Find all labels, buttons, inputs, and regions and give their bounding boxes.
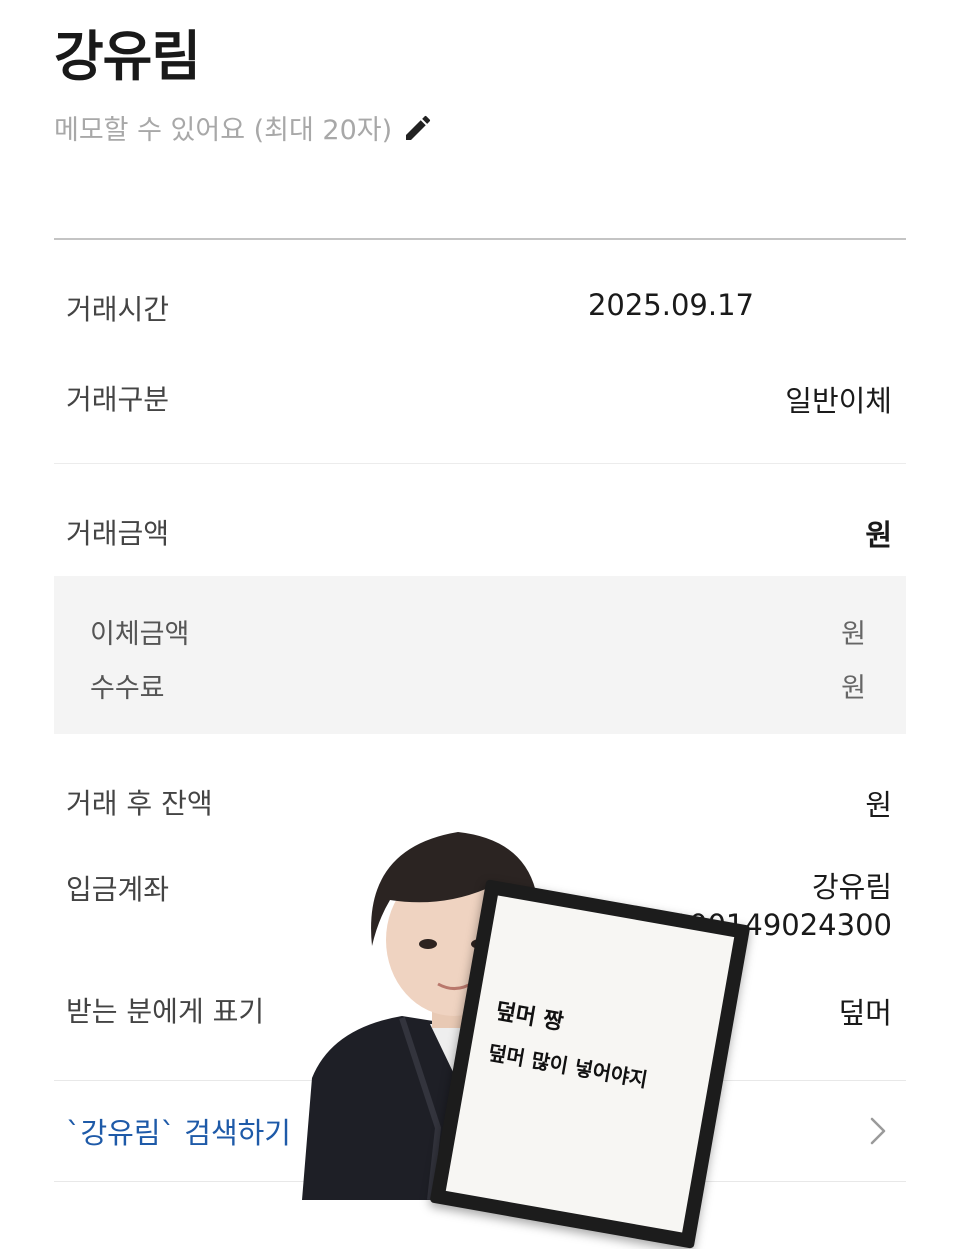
transaction-type-value: 일반이체 xyxy=(785,384,892,418)
fee-row: 수수료 원 xyxy=(90,666,866,705)
transaction-time-value: 2025.09.17 xyxy=(587,288,754,322)
recipient-name-title: 강유림 xyxy=(54,25,201,88)
display-name-label: 받는 분에게 표기 xyxy=(66,995,265,1028)
sign-text-line-1: 덮머 짱 xyxy=(493,999,566,1036)
transfer-amount-value: 원 xyxy=(841,619,866,650)
pencil-icon[interactable] xyxy=(402,112,434,144)
search-link[interactable]: `강유림` 검색하기 xyxy=(66,1110,291,1152)
chevron-right-icon xyxy=(870,1117,886,1145)
sign-text-line-2: 덮머 많이 넣어야지 xyxy=(486,1040,650,1092)
transaction-amount-row: 거래금액 원 xyxy=(66,512,892,554)
fee-label: 수수료 xyxy=(90,673,165,704)
display-name-value: 덮머 xyxy=(838,996,892,1030)
memo-edit[interactable]: 메모할 수 있어요 (최대 20자) xyxy=(54,108,434,147)
balance-row: 거래 후 잔액 원 xyxy=(66,782,892,824)
transfer-amount-row: 이체금액 원 xyxy=(90,612,866,651)
fee-value: 원 xyxy=(841,673,866,704)
transaction-amount-label: 거래금액 xyxy=(66,517,170,550)
amount-breakdown-box: 이체금액 원 수수료 원 xyxy=(54,576,906,734)
transaction-time-row: 거래시간 2025.09.17 xyxy=(66,288,892,328)
balance-value: 원 xyxy=(865,788,892,822)
deposit-account-label: 입금계좌 xyxy=(66,873,170,906)
handwritten-sign: 덮머 짱 덮머 많이 넣어야지 xyxy=(429,879,751,1249)
transfer-amount-label: 이체금액 xyxy=(90,619,190,650)
memo-placeholder: 메모할 수 있어요 (최대 20자) xyxy=(54,115,393,146)
header-divider xyxy=(54,238,906,240)
transaction-type-row: 거래구분 일반이체 xyxy=(66,378,892,420)
transaction-time-label: 거래시간 xyxy=(66,293,170,326)
transaction-amount-value: 원 xyxy=(865,518,892,552)
section-divider xyxy=(54,463,906,464)
transaction-type-label: 거래구분 xyxy=(66,383,170,416)
balance-label: 거래 후 잔액 xyxy=(66,787,213,820)
